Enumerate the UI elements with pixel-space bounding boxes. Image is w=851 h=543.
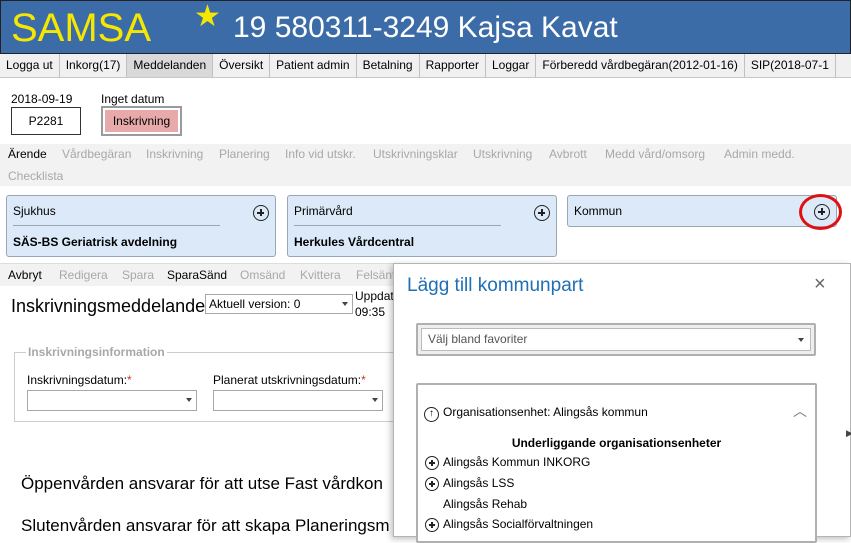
planned-discharge-input[interactable] <box>213 390 383 411</box>
patient-title: 19 580311-3249 Kajsa Kavat <box>233 11 618 44</box>
party-title: Kommun <box>574 204 623 218</box>
add-primarvard-icon[interactable] <box>534 205 550 221</box>
card-divider <box>294 225 501 226</box>
wrongly-sent-button[interactable]: Felsänt <box>356 264 395 286</box>
org-unit-list: ↑ Organisationsenhet: Alingsås kommun Un… <box>416 383 817 543</box>
favorites-container: Välj bland favoriter <box>416 323 816 356</box>
add-sjukhus-icon[interactable] <box>253 205 269 221</box>
party-unit: Herkules Vårdcentral <box>294 235 415 249</box>
menu-forberedd-vardbegaran[interactable]: Förberedd vårdbegäran(2012-01-16) <box>536 54 745 77</box>
main-menu: Logga ut Inkorg(17) Meddelanden Översikt Pat… <box>0 54 851 78</box>
app-header: SAMSA ★ 19 580311-3249 Kajsa Kavat <box>0 0 851 54</box>
chevron-down-icon <box>372 398 378 402</box>
favorites-placeholder: Välj bland favoriter <box>428 332 528 346</box>
org-sub-unit[interactable]: Alingsås Socialförvaltningen <box>443 516 593 532</box>
tab-planering[interactable]: Planering <box>219 144 270 164</box>
expand-icon[interactable] <box>425 518 439 532</box>
tab-utskrivning[interactable]: Utskrivning <box>473 144 532 164</box>
edit-button[interactable]: Redigera <box>59 264 108 286</box>
scroll-up-icon[interactable]: ︿ <box>793 401 807 421</box>
tab-info-vid-utskr[interactable]: Info vid utskr. <box>285 144 356 164</box>
star-icon[interactable]: ★ <box>194 2 221 32</box>
message-date: 2018-09-19 <box>11 92 73 106</box>
expand-icon[interactable] <box>425 477 439 491</box>
updated-label: Uppdat <box>355 289 394 303</box>
chevron-down-icon <box>186 398 192 402</box>
close-icon[interactable]: × <box>814 272 826 296</box>
message-code: P2281 <box>11 107 81 135</box>
message-toolbar: Avbryt Redigera Spara SparaSänd Omsänd K… <box>0 263 400 286</box>
menu-loggar[interactable]: Loggar <box>486 54 537 77</box>
chevron-right-icon[interactable]: ▶ <box>846 428 851 439</box>
menu-inkorg[interactable]: Inkorg(17) <box>60 54 128 77</box>
admission-date-label: Inskrivningsdatum:* <box>27 373 132 387</box>
info-text-1: Öppenvården ansvarar för att utse Fast v… <box>21 474 383 493</box>
version-value: Aktuell version: 0 <box>209 297 301 311</box>
tab-vardbegaran[interactable]: Vårdbegäran <box>62 144 131 164</box>
message-tabs: Ärende Vårdbegäran Inskrivning Planering… <box>0 144 851 186</box>
card-divider <box>13 225 220 226</box>
chevron-down-icon <box>342 302 348 306</box>
org-sub-unit[interactable]: Alingsås Rehab <box>443 496 527 512</box>
expand-icon[interactable] <box>425 456 439 470</box>
party-card-kommun: Kommun <box>567 195 837 227</box>
sub-units-heading: Underliggande organisationsenheter <box>511 436 722 450</box>
tab-admin-medd[interactable]: Admin medd. <box>724 144 795 164</box>
admission-date-input[interactable] <box>27 390 197 411</box>
menu-betalning[interactable]: Betalning <box>357 54 420 77</box>
app-logo: SAMSA <box>11 6 152 50</box>
tab-arende[interactable]: Ärende <box>8 144 47 164</box>
no-date-label: Inget datum <box>101 92 165 106</box>
planned-discharge-label: Planerat utskrivningsdatum:* <box>213 373 366 387</box>
save-button[interactable]: Spara <box>122 264 154 286</box>
info-text-2: Slutenvården ansvarar för att skapa Plan… <box>21 516 390 535</box>
menu-sip[interactable]: SIP(2018-07-1 <box>745 54 836 77</box>
menu-oversikt[interactable]: Översikt <box>213 54 271 77</box>
party-title: Primärvård <box>294 204 353 218</box>
menu-patient-admin[interactable]: Patient admin <box>270 54 357 77</box>
party-card-primarvard: Primärvård Herkules Vårdcentral <box>287 195 557 257</box>
add-municipality-dialog: Lägg till kommunpart × Välj bland favori… <box>393 263 851 543</box>
tab-checklista[interactable]: Checklista <box>8 166 63 186</box>
tab-inskrivning[interactable]: Inskrivning <box>146 144 203 164</box>
party-card-sjukhus: Sjukhus SÄS-BS Geriatrisk avdelning <box>6 195 276 257</box>
org-sub-unit[interactable]: Alingsås LSS <box>443 475 514 491</box>
tab-medd-vard-omsorg[interactable]: Medd vård/omsorg <box>605 144 705 164</box>
resend-button[interactable]: Omsänd <box>240 264 285 286</box>
status-badge: Inskrivning <box>101 106 182 136</box>
party-unit: SÄS-BS Geriatrisk avdelning <box>13 235 178 249</box>
highlight-circle <box>799 194 842 230</box>
admission-fieldset <box>14 352 404 422</box>
updated-time: 09:35 <box>355 305 386 319</box>
tab-utskrivningsklar[interactable]: Utskrivningsklar <box>373 144 458 164</box>
form-title: Inskrivningsmeddelande <box>11 296 206 316</box>
menu-rapporter[interactable]: Rapporter <box>420 54 486 77</box>
favorites-select[interactable]: Välj bland favoriter <box>421 328 811 351</box>
org-sub-unit[interactable]: Alingsås Kommun INKORG <box>443 454 590 470</box>
menu-meddelanden[interactable]: Meddelanden <box>127 54 214 77</box>
save-send-button[interactable]: SparaSänd <box>167 264 227 286</box>
version-select[interactable]: Aktuell version: 0 <box>205 294 353 314</box>
status-label: Inskrivning <box>105 110 178 132</box>
acknowledge-button[interactable]: Kvittera <box>300 264 341 286</box>
up-arrow-icon[interactable]: ↑ <box>424 407 439 422</box>
section-legend: Inskrivningsinformation <box>26 345 167 359</box>
cancel-button[interactable]: Avbryt <box>8 264 42 286</box>
tab-avbrott[interactable]: Avbrott <box>549 144 587 164</box>
chevron-down-icon <box>798 338 804 342</box>
org-unit-current: Organisationsenhet: Alingsås kommun <box>443 405 648 419</box>
menu-logga-ut[interactable]: Logga ut <box>0 54 60 77</box>
dialog-title: Lägg till kommunpart <box>407 275 584 296</box>
party-title: Sjukhus <box>13 204 56 218</box>
